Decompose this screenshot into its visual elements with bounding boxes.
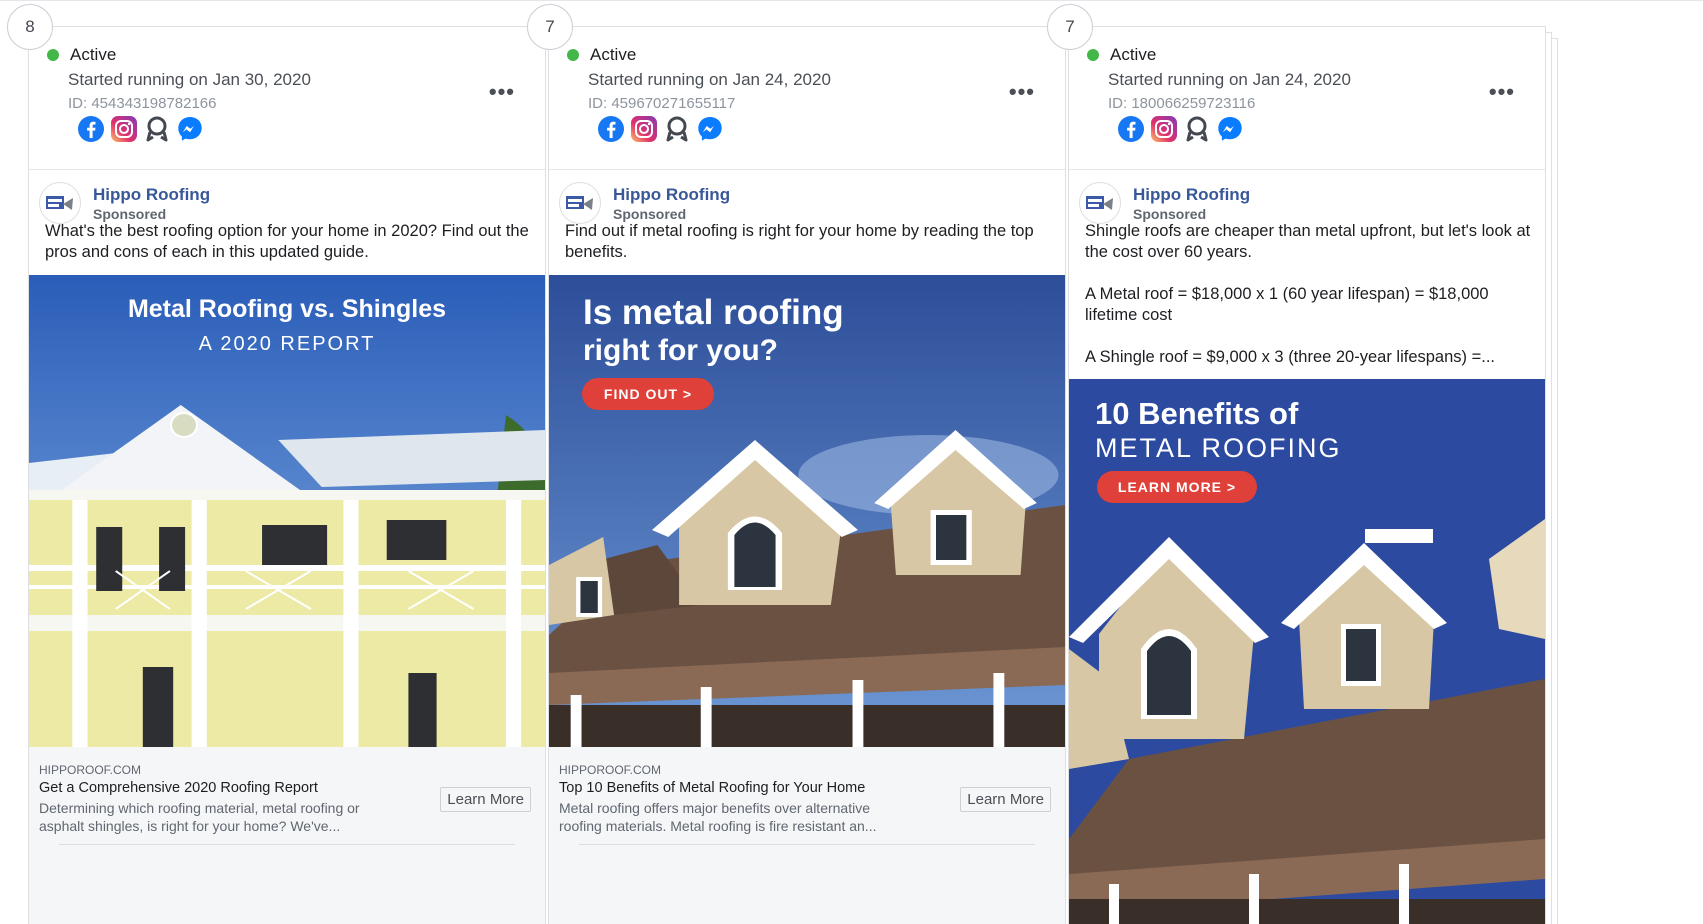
ad-text-paragraph: What's the best roofing option for your … xyxy=(45,222,529,261)
platform-icons xyxy=(597,115,724,143)
advertiser-avatar[interactable] xyxy=(39,182,81,224)
ad-link-footer[interactable]: HIPPOROOF.COM Top 10 Benefits of Metal R… xyxy=(549,747,1065,924)
status-label: Active xyxy=(70,45,117,64)
ad-count-badge: 7 xyxy=(527,4,573,50)
ad-text-paragraph: Find out if metal roofing is right for y… xyxy=(565,222,1034,261)
advertiser-name-link[interactable]: Hippo Roofing xyxy=(613,185,730,205)
ad-meta: Active Started running on Jan 24, 2020 I… xyxy=(1069,27,1545,170)
ad-text-paragraph: A Shingle roof = $9,000 x 3 (three 20-ye… xyxy=(1085,348,1495,366)
learn-more-button[interactable]: Learn More xyxy=(960,787,1051,812)
active-status-dot xyxy=(47,49,59,61)
status-label: Active xyxy=(1110,45,1157,64)
more-options-icon[interactable]: ••• xyxy=(1009,79,1035,105)
ad-count-text: 8 xyxy=(25,17,35,36)
ad-text-paragraph: Shingle roofs are cheaper than metal upf… xyxy=(1085,222,1531,261)
ad-card: Active Started running on Jan 24, 2020 I… xyxy=(548,26,1078,924)
platform-icons xyxy=(77,115,204,143)
platform-icons xyxy=(1117,115,1244,143)
ad-card-main: Active Started running on Jan 24, 2020 I… xyxy=(548,26,1066,924)
started-running-date: Started running on Jan 24, 2020 xyxy=(588,70,831,89)
more-options-icon[interactable]: ••• xyxy=(1489,79,1515,105)
ad-status: Active xyxy=(1087,45,1156,65)
ad-meta: Active Started running on Jan 30, 2020 I… xyxy=(29,27,545,170)
ad-count-badge: 7 xyxy=(1047,4,1093,50)
audience-network-icon xyxy=(143,115,171,143)
advertiser-name-link[interactable]: Hippo Roofing xyxy=(1133,185,1250,205)
ad-text-paragraph: A Metal roof = $18,000 x 1 (60 year life… xyxy=(1085,285,1489,324)
link-domain: HIPPOROOF.COM xyxy=(559,763,662,777)
creative-headline: 10 Benefits of xyxy=(1095,396,1299,431)
ad-id: ID: 454343198782166 xyxy=(68,95,217,112)
creative-headline: Is metal roofing xyxy=(583,293,844,332)
more-options-icon[interactable]: ••• xyxy=(489,79,515,105)
ad-card: Active Started running on Jan 24, 2020 I… xyxy=(1068,26,1558,924)
creative-subheadline: A 2020 REPORT xyxy=(198,333,376,355)
active-status-dot xyxy=(1087,49,1099,61)
creative-learn-more-button[interactable]: LEARN MORE > xyxy=(1097,471,1257,503)
ad-creative-image[interactable]: Is metal roofing right for you? FIND OUT… xyxy=(549,275,1065,749)
top-divider xyxy=(0,0,1703,1)
advertiser-name-link[interactable]: Hippo Roofing xyxy=(93,185,210,205)
creative-subheadline: METAL ROOFING xyxy=(1095,433,1342,463)
ad-id: ID: 459670271655117 xyxy=(588,95,736,112)
advertiser-avatar[interactable] xyxy=(559,182,601,224)
active-status-dot xyxy=(567,49,579,61)
creative-headline: Metal Roofing vs. Shingles xyxy=(127,295,447,323)
facebook-icon xyxy=(77,115,105,143)
messenger-icon xyxy=(176,115,204,143)
ad-creative-image[interactable]: Metal Roofing vs. Shingles A 2020 REPORT xyxy=(29,275,545,749)
sponsored-label: Sponsored xyxy=(93,205,167,222)
ad-id: ID: 180066259723116 xyxy=(1108,95,1256,112)
learn-more-button[interactable]: Learn More xyxy=(440,787,531,812)
advertiser-header: Hippo Roofing Sponsored xyxy=(39,182,210,224)
ad-card-main: Active Started running on Jan 24, 2020 I… xyxy=(1068,26,1546,924)
facebook-icon xyxy=(1117,115,1145,143)
ad-body-text: Shingle roofs are cheaper than metal upf… xyxy=(1085,221,1541,389)
footer-divider xyxy=(59,844,515,845)
sponsored-label: Sponsored xyxy=(1133,205,1207,222)
messenger-icon xyxy=(696,115,724,143)
ad-status: Active xyxy=(567,45,636,65)
audience-network-icon xyxy=(1183,115,1211,143)
started-running-date: Started running on Jan 24, 2020 xyxy=(1108,70,1351,89)
instagram-icon xyxy=(110,115,138,143)
footer-divider xyxy=(579,844,1035,845)
link-description: Metal roofing offers major benefits over… xyxy=(559,800,877,834)
link-headline[interactable]: Top 10 Benefits of Metal Roofing for You… xyxy=(559,780,865,796)
ad-creative-image[interactable]: 10 Benefits of METAL ROOFING LEARN MORE … xyxy=(1069,379,1545,924)
instagram-icon xyxy=(1150,115,1178,143)
link-headline[interactable]: Get a Comprehensive 2020 Roofing Report xyxy=(39,780,318,796)
link-domain: HIPPOROOF.COM xyxy=(39,763,142,777)
creative-find-out-button[interactable]: FIND OUT > xyxy=(582,378,714,410)
ad-link-footer[interactable]: HIPPOROOF.COM Get a Comprehensive 2020 R… xyxy=(29,747,545,924)
link-description: Determining which roofing material, meta… xyxy=(39,800,360,834)
audience-network-icon xyxy=(663,115,691,143)
ad-count-text: 7 xyxy=(1065,17,1075,36)
advertiser-header: Hippo Roofing Sponsored xyxy=(559,182,730,224)
creative-subheadline: right for you? xyxy=(583,334,778,367)
started-running-date: Started running on Jan 30, 2020 xyxy=(68,70,311,89)
sponsored-label: Sponsored xyxy=(613,205,687,222)
status-label: Active xyxy=(590,45,637,64)
ad-count-badge: 8 xyxy=(7,4,53,50)
ad-meta: Active Started running on Jan 24, 2020 I… xyxy=(549,27,1065,170)
messenger-icon xyxy=(1216,115,1244,143)
instagram-icon xyxy=(630,115,658,143)
ad-status: Active xyxy=(47,45,116,65)
ad-card: Active Started running on Jan 30, 2020 I… xyxy=(28,26,558,924)
ad-count-text: 7 xyxy=(545,17,555,36)
ad-card-main: Active Started running on Jan 30, 2020 I… xyxy=(28,26,546,924)
advertiser-header: Hippo Roofing Sponsored xyxy=(1079,182,1250,224)
facebook-icon xyxy=(597,115,625,143)
advertiser-avatar[interactable] xyxy=(1079,182,1121,224)
